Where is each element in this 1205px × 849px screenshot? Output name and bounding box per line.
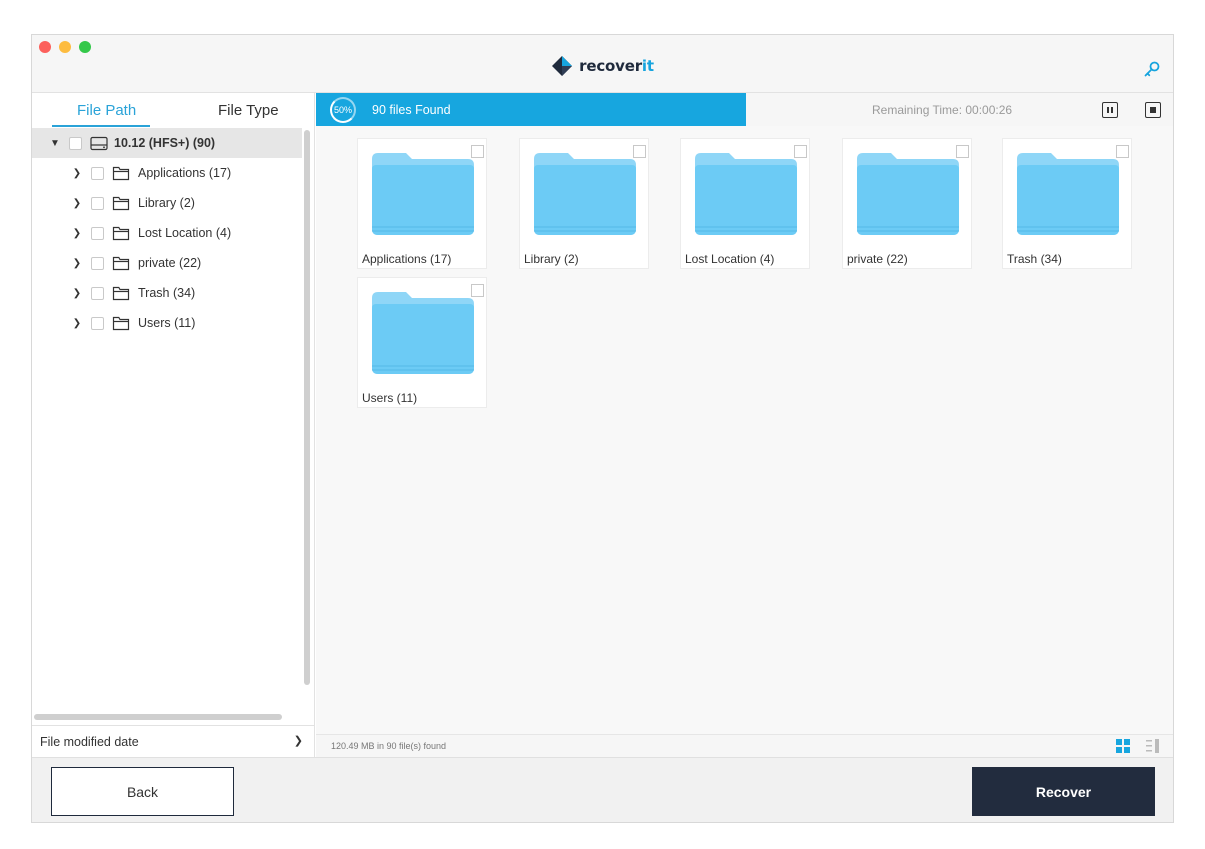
folder-outline-icon: [112, 286, 130, 300]
key-icon[interactable]: [1143, 60, 1161, 78]
active-tab-indicator: [52, 125, 150, 127]
folder-icon: [695, 153, 797, 235]
folder-card-lost-location[interactable]: Lost Location (4): [680, 138, 810, 269]
tree-label: 10.12 (HFS+) (90): [114, 136, 216, 150]
chevron-right-icon[interactable]: ❯: [72, 228, 82, 239]
folder-tree: ▼ 10.12 (HFS+) (90) ❯ Applications (17): [32, 128, 302, 338]
tab-file-type[interactable]: File Type: [218, 102, 279, 119]
tree-label: Users (11): [138, 316, 196, 330]
tree-checkbox[interactable]: [91, 196, 104, 210]
card-label: Trash (34): [1007, 252, 1062, 266]
pause-button[interactable]: [1102, 102, 1118, 118]
stop-button[interactable]: [1145, 102, 1161, 118]
recoverit-logo-icon: [552, 56, 573, 76]
tree-item-trash[interactable]: ❯ Trash (34): [32, 278, 302, 308]
sidebar-vertical-scrollbar[interactable]: [304, 130, 310, 685]
sidebar: File Path File Type ▼ 10.12 (HFS+) (90) …: [32, 93, 315, 757]
folder-card-library[interactable]: Library (2): [519, 138, 649, 269]
folder-card-trash[interactable]: Trash (34): [1002, 138, 1132, 269]
chevron-right-icon[interactable]: ❯: [72, 168, 82, 179]
tree-checkbox[interactable]: [91, 316, 104, 330]
tree-label: Lost Location (4): [138, 226, 232, 240]
tree-label: Trash (34): [138, 286, 196, 300]
tree-checkbox[interactable]: [91, 256, 104, 270]
file-modified-date-filter[interactable]: File modified date ❯: [32, 725, 315, 757]
results-summary: 120.49 MB in 90 file(s) found: [331, 741, 447, 751]
tree-checkbox[interactable]: [91, 166, 104, 180]
card-label: Lost Location (4): [685, 252, 775, 266]
progress-percent: 50%: [330, 96, 356, 123]
recover-button[interactable]: Recover: [972, 767, 1155, 816]
tree-item-library[interactable]: ❯ Library (2): [32, 188, 302, 218]
remaining-time: Remaining Time: 00:00:26: [872, 103, 1013, 117]
tree-checkbox[interactable]: [69, 136, 82, 150]
sidebar-tabs: File Path File Type: [32, 93, 315, 128]
tree-label: Library (2): [138, 196, 195, 210]
card-label: Users (11): [362, 391, 418, 405]
chevron-right-icon[interactable]: ❯: [72, 318, 82, 329]
files-found-text: 90 files Found: [372, 102, 451, 117]
folder-icon: [1017, 153, 1119, 235]
chevron-right-icon[interactable]: ❯: [72, 288, 82, 299]
folder-grid: Applications (17) Library (2) Lost Locat…: [316, 126, 1173, 734]
chevron-right-icon: ❯: [293, 735, 303, 747]
app-window: recoverit File Path File Type ▼ 10.12 (H…: [31, 34, 1174, 823]
minimize-window-button[interactable]: [59, 41, 71, 53]
list-view-icon[interactable]: [1146, 739, 1160, 753]
tree-item-applications[interactable]: ❯ Applications (17): [32, 158, 302, 188]
tree-label: Applications (17): [138, 166, 232, 180]
title-bar: recoverit: [32, 35, 1173, 93]
folder-outline-icon: [112, 226, 130, 240]
folder-icon: [857, 153, 959, 235]
card-label: Library (2): [524, 252, 579, 266]
filter-label: File modified date: [40, 734, 139, 749]
folder-icon: [534, 153, 636, 235]
grid-view-icon[interactable]: [1116, 739, 1130, 753]
card-label: Applications (17): [362, 252, 452, 266]
folder-icon: [372, 292, 474, 374]
tree-root-volume[interactable]: ▼ 10.12 (HFS+) (90): [32, 128, 302, 158]
tree-checkbox[interactable]: [91, 226, 104, 240]
tree-item-users[interactable]: ❯ Users (11): [32, 308, 302, 338]
tab-file-path[interactable]: File Path: [77, 102, 136, 119]
app-title: recoverit: [579, 57, 654, 75]
tree-item-private[interactable]: ❯ private (22): [32, 248, 302, 278]
folder-card-private[interactable]: private (22): [842, 138, 972, 269]
main-panel: 50% 90 files Found Remaining Time: 00:00…: [316, 93, 1173, 757]
maximize-window-button[interactable]: [79, 41, 91, 53]
folder-icon: [372, 153, 474, 235]
folder-outline-icon: [112, 196, 130, 210]
scan-progress-bar: 50% 90 files Found: [316, 93, 746, 126]
folder-outline-icon: [112, 316, 130, 330]
window-controls: [39, 41, 91, 53]
chevron-right-icon[interactable]: ❯: [72, 258, 82, 269]
folder-outline-icon: [112, 256, 130, 270]
drive-icon: [90, 136, 108, 150]
tree-item-lost-location[interactable]: ❯ Lost Location (4): [32, 218, 302, 248]
app-brand: recoverit: [32, 55, 1173, 77]
tree-label: private (22): [138, 256, 202, 270]
card-label: private (22): [847, 252, 908, 266]
chevron-right-icon[interactable]: ❯: [72, 198, 82, 209]
tree-checkbox[interactable]: [91, 286, 104, 300]
sidebar-horizontal-scrollbar[interactable]: [34, 714, 282, 720]
back-button[interactable]: Back: [51, 767, 234, 816]
folder-outline-icon: [112, 166, 130, 180]
folder-card-applications[interactable]: Applications (17): [357, 138, 487, 269]
close-window-button[interactable]: [39, 41, 51, 53]
chevron-down-icon[interactable]: ▼: [50, 138, 60, 149]
scan-status-bar: 50% 90 files Found Remaining Time: 00:00…: [316, 93, 1173, 126]
folder-card-users[interactable]: Users (11): [357, 277, 487, 408]
bottom-action-bar: Back Recover: [32, 757, 1173, 822]
results-footer: 120.49 MB in 90 file(s) found: [316, 734, 1173, 757]
